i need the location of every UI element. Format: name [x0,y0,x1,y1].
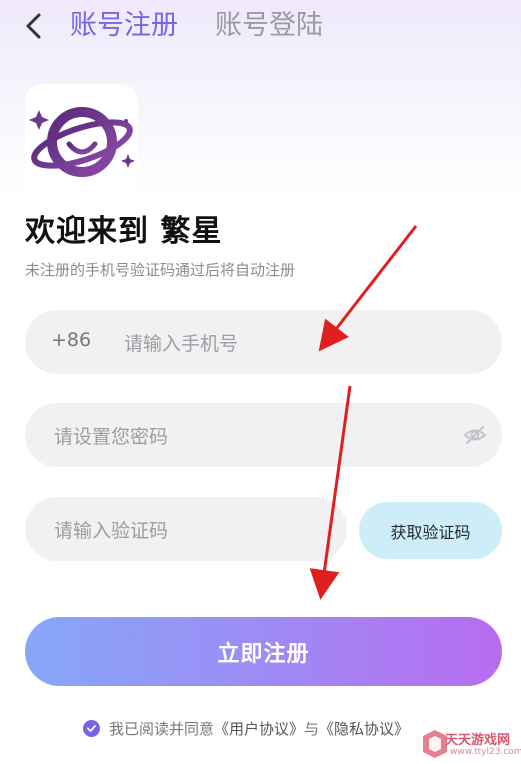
agreement-connector: 与 [304,720,320,738]
country-code[interactable]: +86 [51,329,91,351]
tab-login[interactable]: 账号登陆 [215,8,323,44]
welcome-title: 欢迎来到 繁星 [25,214,223,249]
watermark-url: www.ttyl23.com [450,747,521,757]
eye-hidden-icon[interactable] [462,422,488,448]
check-icon [87,725,96,732]
password-input-placeholder[interactable]: 请设置您密码 [54,422,168,449]
app-logo [25,84,138,197]
register-button[interactable]: 立即注册 [25,617,502,686]
watermark-text: 天天游戏网 [445,733,511,748]
planet-logo-icon [29,107,135,177]
password-field[interactable]: 请设置您密码 [25,403,502,467]
top-bar: 账号注册 账号登陆 [0,0,521,60]
agree-checkbox[interactable] [83,720,100,737]
phone-input-placeholder[interactable]: 请输入手机号 [124,329,238,356]
code-field[interactable]: 请输入验证码 [25,497,347,561]
phone-field[interactable]: +86 请输入手机号 [25,310,502,374]
tab-register[interactable]: 账号注册 [70,8,178,44]
code-input-placeholder[interactable]: 请输入验证码 [54,516,168,543]
agreement-prefix: 我已阅读并同意 [109,720,215,738]
welcome-subtitle: 未注册的手机号验证码通过后将自动注册 [25,261,296,279]
get-code-button[interactable]: 获取验证码 [359,502,502,559]
agreement-row: 我已阅读并同意 《用户协议》 与 《隐私协议》 [83,718,409,739]
user-agreement-link[interactable]: 《用户协议》 [214,718,304,739]
back-arrow-icon[interactable] [18,9,52,43]
privacy-agreement-link[interactable]: 《隐私协议》 [319,718,409,739]
